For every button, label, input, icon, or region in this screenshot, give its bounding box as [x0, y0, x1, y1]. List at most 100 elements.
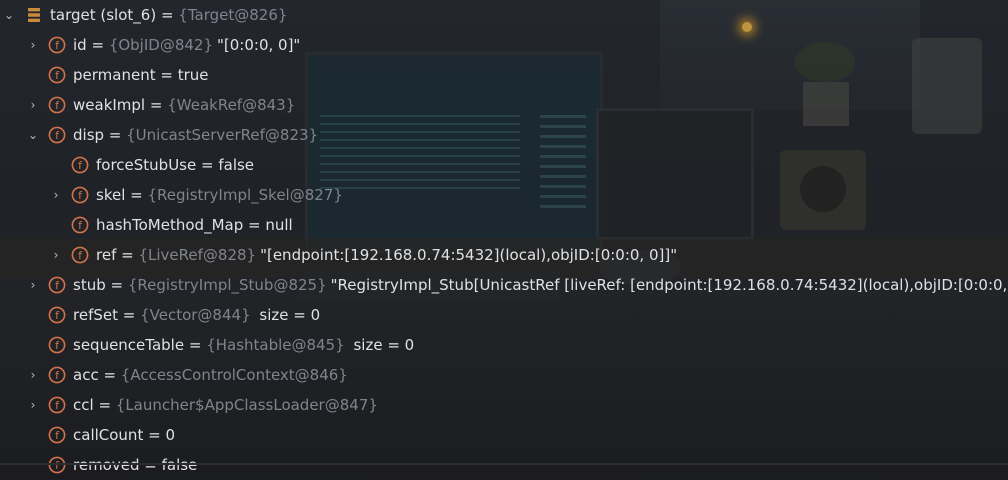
chevron-right-icon[interactable]: ›	[26, 390, 40, 420]
variable-value: null	[265, 216, 293, 234]
field-row-weakimpl[interactable]: › f weakImpl = {WeakRef@843}	[0, 90, 1008, 120]
field-icon: f	[48, 126, 66, 144]
field-icon: f	[48, 366, 66, 384]
variable-name: sequenceTable	[73, 336, 185, 354]
variable-name: ref	[96, 246, 117, 264]
tree-root-row[interactable]: ⌄ target (slot_6) = {Target@826}	[0, 0, 1008, 30]
field-icon: f	[71, 246, 89, 264]
field-row-refset[interactable]: f refSet = {Vector@844} size = 0	[0, 300, 1008, 330]
field-label: permanent = true	[73, 60, 209, 90]
equals-sign: =	[93, 396, 116, 414]
field-row-callcount[interactable]: f callCount = 0	[0, 420, 1008, 450]
variable-name: ccl	[73, 396, 94, 414]
chevron-right-icon[interactable]: ›	[26, 270, 40, 300]
equals-sign: =	[125, 186, 148, 204]
variable-value: "RegistryImpl_Stub[UnicastRef [liveRef: …	[330, 276, 1008, 294]
field-label: skel = {RegistryImpl_Skel@827}	[96, 180, 343, 210]
svg-text:f: f	[78, 189, 83, 202]
field-row-disp[interactable]: ⌄ f disp = {UnicastServerRef@823}	[0, 120, 1008, 150]
field-row-id[interactable]: › f id = {ObjID@842} "[0:0:0, 0]"	[0, 30, 1008, 60]
chevron-right-icon[interactable]: ›	[26, 30, 40, 60]
svg-text:f: f	[55, 99, 60, 112]
variable-name: forceStubUse	[96, 156, 197, 174]
field-row-sequencetable[interactable]: f sequenceTable = {Hashtable@845} size = …	[0, 330, 1008, 360]
variable-name: removed	[73, 456, 140, 474]
field-label: sequenceTable = {Hashtable@845} size = 0	[73, 330, 414, 360]
panel-bottom-edge	[0, 463, 1008, 465]
field-icon: f	[71, 156, 89, 174]
field-row-removed[interactable]: f removed = false	[0, 450, 1008, 480]
field-row-ccl[interactable]: › f ccl = {Launcher$AppClassLoader@847}	[0, 390, 1008, 420]
svg-text:f: f	[55, 339, 60, 352]
svg-text:f: f	[55, 399, 60, 412]
field-icon: f	[48, 396, 66, 414]
variable-name: acc	[73, 366, 99, 384]
field-icon: f	[48, 96, 66, 114]
svg-text:f: f	[55, 429, 60, 442]
field-icon: f	[71, 216, 89, 234]
object-reference: {UnicastServerRef@823}	[126, 126, 319, 144]
field-icon: f	[48, 336, 66, 354]
field-label: disp = {UnicastServerRef@823}	[73, 120, 318, 150]
equals-sign: =	[139, 456, 162, 474]
variable-name: skel	[96, 186, 126, 204]
field-label: stub = {RegistryImpl_Stub@825} "RegistryI…	[73, 270, 1008, 300]
equals-sign: =	[104, 126, 127, 144]
field-label: removed = false	[73, 450, 197, 480]
field-row-skel[interactable]: › f skel = {RegistryImpl_Skel@827}	[0, 180, 1008, 210]
object-reference: {AccessControlContext@846}	[120, 366, 348, 384]
variable-value: "[endpoint:[192.168.0.74:5432](local),ob…	[260, 246, 678, 264]
equals-sign: =	[98, 366, 121, 384]
field-icon: f	[48, 66, 66, 84]
variable-value: false	[161, 456, 198, 474]
variable-name: permanent	[73, 66, 156, 84]
object-reference: {Vector@844}	[140, 306, 251, 324]
object-reference: {Launcher$AppClassLoader@847}	[115, 396, 378, 414]
field-row-permanent[interactable]: f permanent = true	[0, 60, 1008, 90]
equals-sign: =	[243, 216, 266, 234]
field-icon: f	[48, 306, 66, 324]
object-reference: {Hashtable@845}	[206, 336, 345, 354]
field-row-stub[interactable]: › f stub = {RegistryImpl_Stub@825} "Registr…	[0, 270, 1008, 300]
object-reference: {Target@826}	[178, 6, 288, 24]
chevron-down-icon[interactable]: ⌄	[2, 0, 16, 30]
field-row-hashtomethod-map[interactable]: f hashToMethod_Map = null	[0, 210, 1008, 240]
object-reference: {LiveRef@828}	[138, 246, 257, 264]
object-stack-icon	[25, 6, 43, 24]
equals-sign: =	[143, 426, 166, 444]
variable-name: stub	[73, 276, 106, 294]
chevron-right-icon[interactable]: ›	[26, 90, 40, 120]
object-reference: {RegistryImpl_Stub@825}	[127, 276, 327, 294]
field-icon: f	[71, 186, 89, 204]
svg-text:f: f	[55, 369, 60, 382]
field-row-ref[interactable]: › f ref = {LiveRef@828} "[endpoint:[192.168…	[0, 240, 1008, 270]
field-label: refSet = {Vector@844} size = 0	[73, 300, 320, 330]
variable-value: true	[177, 66, 209, 84]
variable-name: id	[73, 36, 87, 54]
svg-text:f: f	[55, 129, 60, 142]
equals-sign: =	[145, 96, 168, 114]
variable-name: target (slot_6)	[50, 6, 157, 24]
chevron-right-icon[interactable]: ›	[49, 240, 63, 270]
field-icon: f	[48, 456, 66, 474]
chevron-right-icon[interactable]: ›	[49, 180, 63, 210]
svg-text:f: f	[55, 279, 60, 292]
chevron-down-icon[interactable]: ⌄	[26, 120, 40, 150]
equals-sign: =	[116, 246, 139, 264]
field-label: ref = {LiveRef@828} "[endpoint:[192.168.0…	[96, 240, 677, 270]
svg-text:f: f	[78, 249, 83, 262]
svg-text:f: f	[78, 159, 83, 172]
svg-text:f: f	[55, 309, 60, 322]
field-row-forcestubuse[interactable]: f forceStubUse = false	[0, 150, 1008, 180]
object-reference: {WeakRef@843}	[167, 96, 296, 114]
field-label: ccl = {Launcher$AppClassLoader@847}	[73, 390, 378, 420]
variable-value: size = 0	[348, 336, 415, 354]
svg-text:f: f	[55, 69, 60, 82]
debugger-variables-tree: ⌄ target (slot_6) = {Target@826} › f id = …	[0, 0, 1008, 480]
chevron-right-icon[interactable]: ›	[26, 360, 40, 390]
equals-sign: =	[155, 66, 178, 84]
svg-text:f: f	[55, 459, 60, 472]
field-row-acc[interactable]: › f acc = {AccessControlContext@846}	[0, 360, 1008, 390]
equals-sign: =	[196, 156, 219, 174]
object-reference: {RegistryImpl_Skel@827}	[147, 186, 343, 204]
